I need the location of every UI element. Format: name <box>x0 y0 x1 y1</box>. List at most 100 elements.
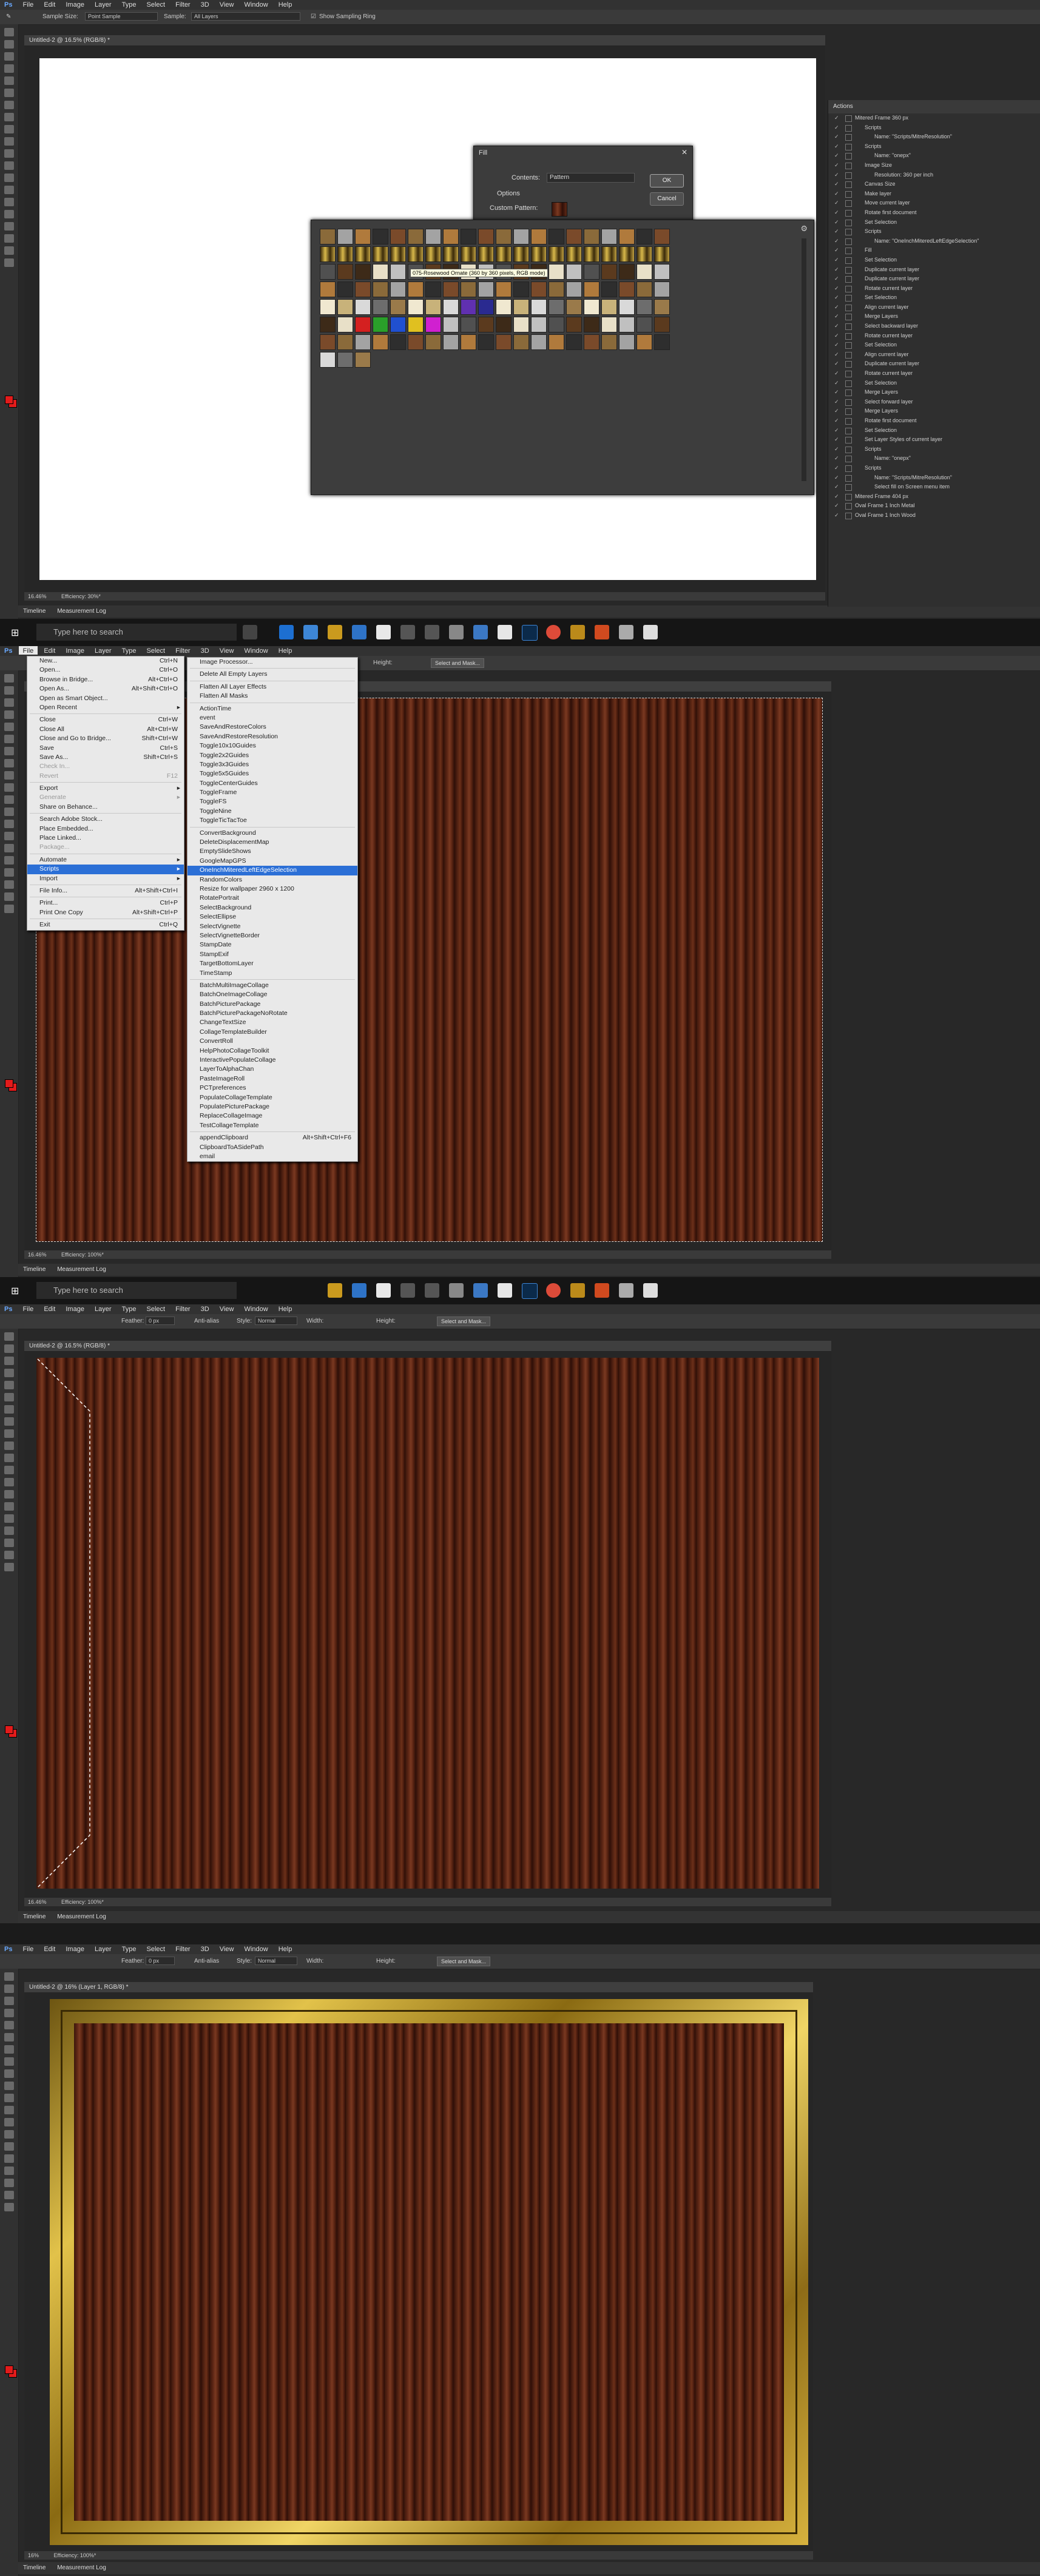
menu-file[interactable]: File <box>18 646 38 655</box>
action-enabled-checkbox[interactable]: ✓ <box>834 464 839 473</box>
eraser-tool-icon[interactable] <box>4 2094 14 2102</box>
menu-item[interactable]: ToggleNine <box>187 807 357 816</box>
stamp-tool-icon[interactable] <box>4 125 14 133</box>
zoom-level[interactable]: 16.46% <box>28 593 47 599</box>
action-enabled-checkbox[interactable]: ✓ <box>834 322 839 331</box>
action-item[interactable]: ✓ Set Selection <box>828 293 1040 303</box>
select-and-mask-button[interactable]: Select and Mask... <box>437 1957 491 1966</box>
pattern-swatch[interactable] <box>355 317 371 332</box>
sample-select[interactable]: All Layers <box>191 12 300 21</box>
stamp-tool-icon[interactable] <box>4 2069 14 2078</box>
dodge-tool-icon[interactable] <box>4 186 14 194</box>
type-tool-icon[interactable] <box>4 2154 14 2163</box>
action-item[interactable]: ✓ Scripts <box>828 227 1040 237</box>
action-enabled-checkbox[interactable]: ✓ <box>834 473 839 483</box>
pattern-swatch[interactable] <box>531 299 547 315</box>
menu-item[interactable]: PopulatePicturePackage <box>187 1102 357 1111</box>
pattern-swatch[interactable] <box>373 282 388 297</box>
pen-tool-icon[interactable] <box>4 844 14 852</box>
menu-item[interactable]: Exit Ctrl+Q <box>27 920 184 929</box>
action-enabled-checkbox[interactable]: ✓ <box>834 132 839 142</box>
pattern-swatch[interactable] <box>619 264 635 280</box>
dialog-toggle-icon[interactable] <box>845 191 852 198</box>
pattern-swatch[interactable] <box>337 264 353 280</box>
dodge-tool-icon[interactable] <box>4 832 14 840</box>
menu-item[interactable]: Close and Go to Bridge... Shift+Ctrl+W <box>27 734 184 743</box>
cancel-button[interactable]: Cancel <box>650 192 684 206</box>
pattern-swatch[interactable] <box>636 317 652 332</box>
zoom-tool-icon[interactable] <box>4 1563 14 1571</box>
action-enabled-checkbox[interactable]: ✓ <box>834 246 839 255</box>
menu-item[interactable]: Open Recent <box>27 703 184 713</box>
close-icon[interactable]: ✕ <box>681 148 687 157</box>
pattern-swatch[interactable] <box>337 352 353 368</box>
show-ring-checkbox[interactable]: ☑ <box>311 13 316 20</box>
mail-icon[interactable] <box>376 625 391 639</box>
menu-item[interactable]: ConvertBackground <box>187 829 357 838</box>
eyedropper-tool-icon[interactable] <box>4 89 14 97</box>
select-and-mask-button[interactable]: Select and Mask... <box>437 1317 491 1326</box>
pattern-swatch[interactable] <box>584 334 599 350</box>
dialog-toggle-icon[interactable] <box>845 437 852 444</box>
action-enabled-checkbox[interactable]: ✓ <box>834 161 839 170</box>
pattern-swatch[interactable] <box>320 299 336 315</box>
menu-edit[interactable]: Edit <box>39 646 59 655</box>
store-icon[interactable] <box>303 625 318 639</box>
pattern-swatch[interactable] <box>337 299 353 315</box>
menu-item[interactable]: RandomColors <box>187 875 357 885</box>
chrome-icon[interactable] <box>546 625 561 639</box>
type-tool-icon[interactable] <box>4 1514 14 1523</box>
action-enabled-checkbox[interactable]: ✓ <box>834 426 839 436</box>
sample-size-select[interactable]: Point Sample <box>85 12 158 21</box>
pattern-swatch[interactable] <box>390 299 406 315</box>
action-enabled-checkbox[interactable]: ✓ <box>834 151 839 161</box>
dialog-toggle-icon[interactable] <box>845 446 852 453</box>
action-enabled-checkbox[interactable]: ✓ <box>834 435 839 445</box>
pattern-swatch[interactable] <box>636 264 652 280</box>
pattern-swatch[interactable] <box>566 229 582 244</box>
menu-image[interactable]: Image <box>61 1304 89 1313</box>
menu-view[interactable]: View <box>215 1944 238 1953</box>
dodge-tool-icon[interactable] <box>4 2130 14 2139</box>
timeline-tab[interactable]: Timeline <box>18 2564 50 2571</box>
action-enabled-checkbox[interactable]: ✓ <box>834 265 839 275</box>
app-icon[interactable] <box>473 1283 488 1298</box>
menu-item[interactable]: ReplaceCollageImage <box>187 1111 357 1121</box>
pattern-swatch[interactable] <box>320 264 336 280</box>
custom-pattern-picker[interactable] <box>552 202 567 217</box>
quick-select-tool-icon[interactable] <box>4 710 14 719</box>
app-icon[interactable] <box>473 625 488 639</box>
app-icon[interactable] <box>425 625 439 639</box>
eraser-tool-icon[interactable] <box>4 795 14 804</box>
menu-select[interactable]: Select <box>143 0 170 8</box>
pattern-swatch[interactable] <box>443 282 459 297</box>
file-explorer-icon[interactable] <box>328 1283 342 1298</box>
app-icon[interactable] <box>570 625 585 639</box>
action-item[interactable]: ✓ Oval Frame 1 Inch Metal <box>828 501 1040 511</box>
dialog-toggle-icon[interactable] <box>845 465 852 472</box>
measurement-log-tab[interactable]: Measurement Log <box>52 1266 111 1273</box>
dialog-toggle-icon[interactable] <box>845 399 852 406</box>
history-brush-icon[interactable] <box>4 137 14 146</box>
pattern-swatch[interactable] <box>425 334 441 350</box>
action-item[interactable]: ✓ Select fill on Screen menu item <box>828 482 1040 492</box>
menu-item[interactable]: ConvertRoll <box>187 1037 357 1046</box>
pattern-swatch[interactable] <box>373 229 388 244</box>
action-enabled-checkbox[interactable]: ✓ <box>834 482 839 492</box>
pattern-swatch[interactable] <box>355 246 371 262</box>
pattern-swatch[interactable] <box>619 317 635 332</box>
pattern-swatch[interactable] <box>408 299 424 315</box>
menu-select[interactable]: Select <box>143 1304 170 1313</box>
menu-help[interactable]: Help <box>274 1304 297 1313</box>
dialog-toggle-icon[interactable] <box>845 332 852 340</box>
menu-item[interactable]: ToggleFrame <box>187 788 357 797</box>
action-item[interactable]: ✓ Align current layer <box>828 303 1040 312</box>
pattern-swatch[interactable] <box>584 282 599 297</box>
menu-item[interactable]: Browse in Bridge... Alt+Ctrl+O <box>27 675 184 684</box>
pattern-swatch[interactable] <box>443 229 459 244</box>
menu-item[interactable]: OneInchMiteredLeftEdgeSelection <box>187 866 357 875</box>
action-enabled-checkbox[interactable]: ✓ <box>834 142 839 152</box>
menu-item[interactable]: LayerToAlphaChan <box>187 1065 357 1074</box>
pattern-swatch[interactable] <box>636 334 652 350</box>
pattern-swatch[interactable] <box>425 282 441 297</box>
